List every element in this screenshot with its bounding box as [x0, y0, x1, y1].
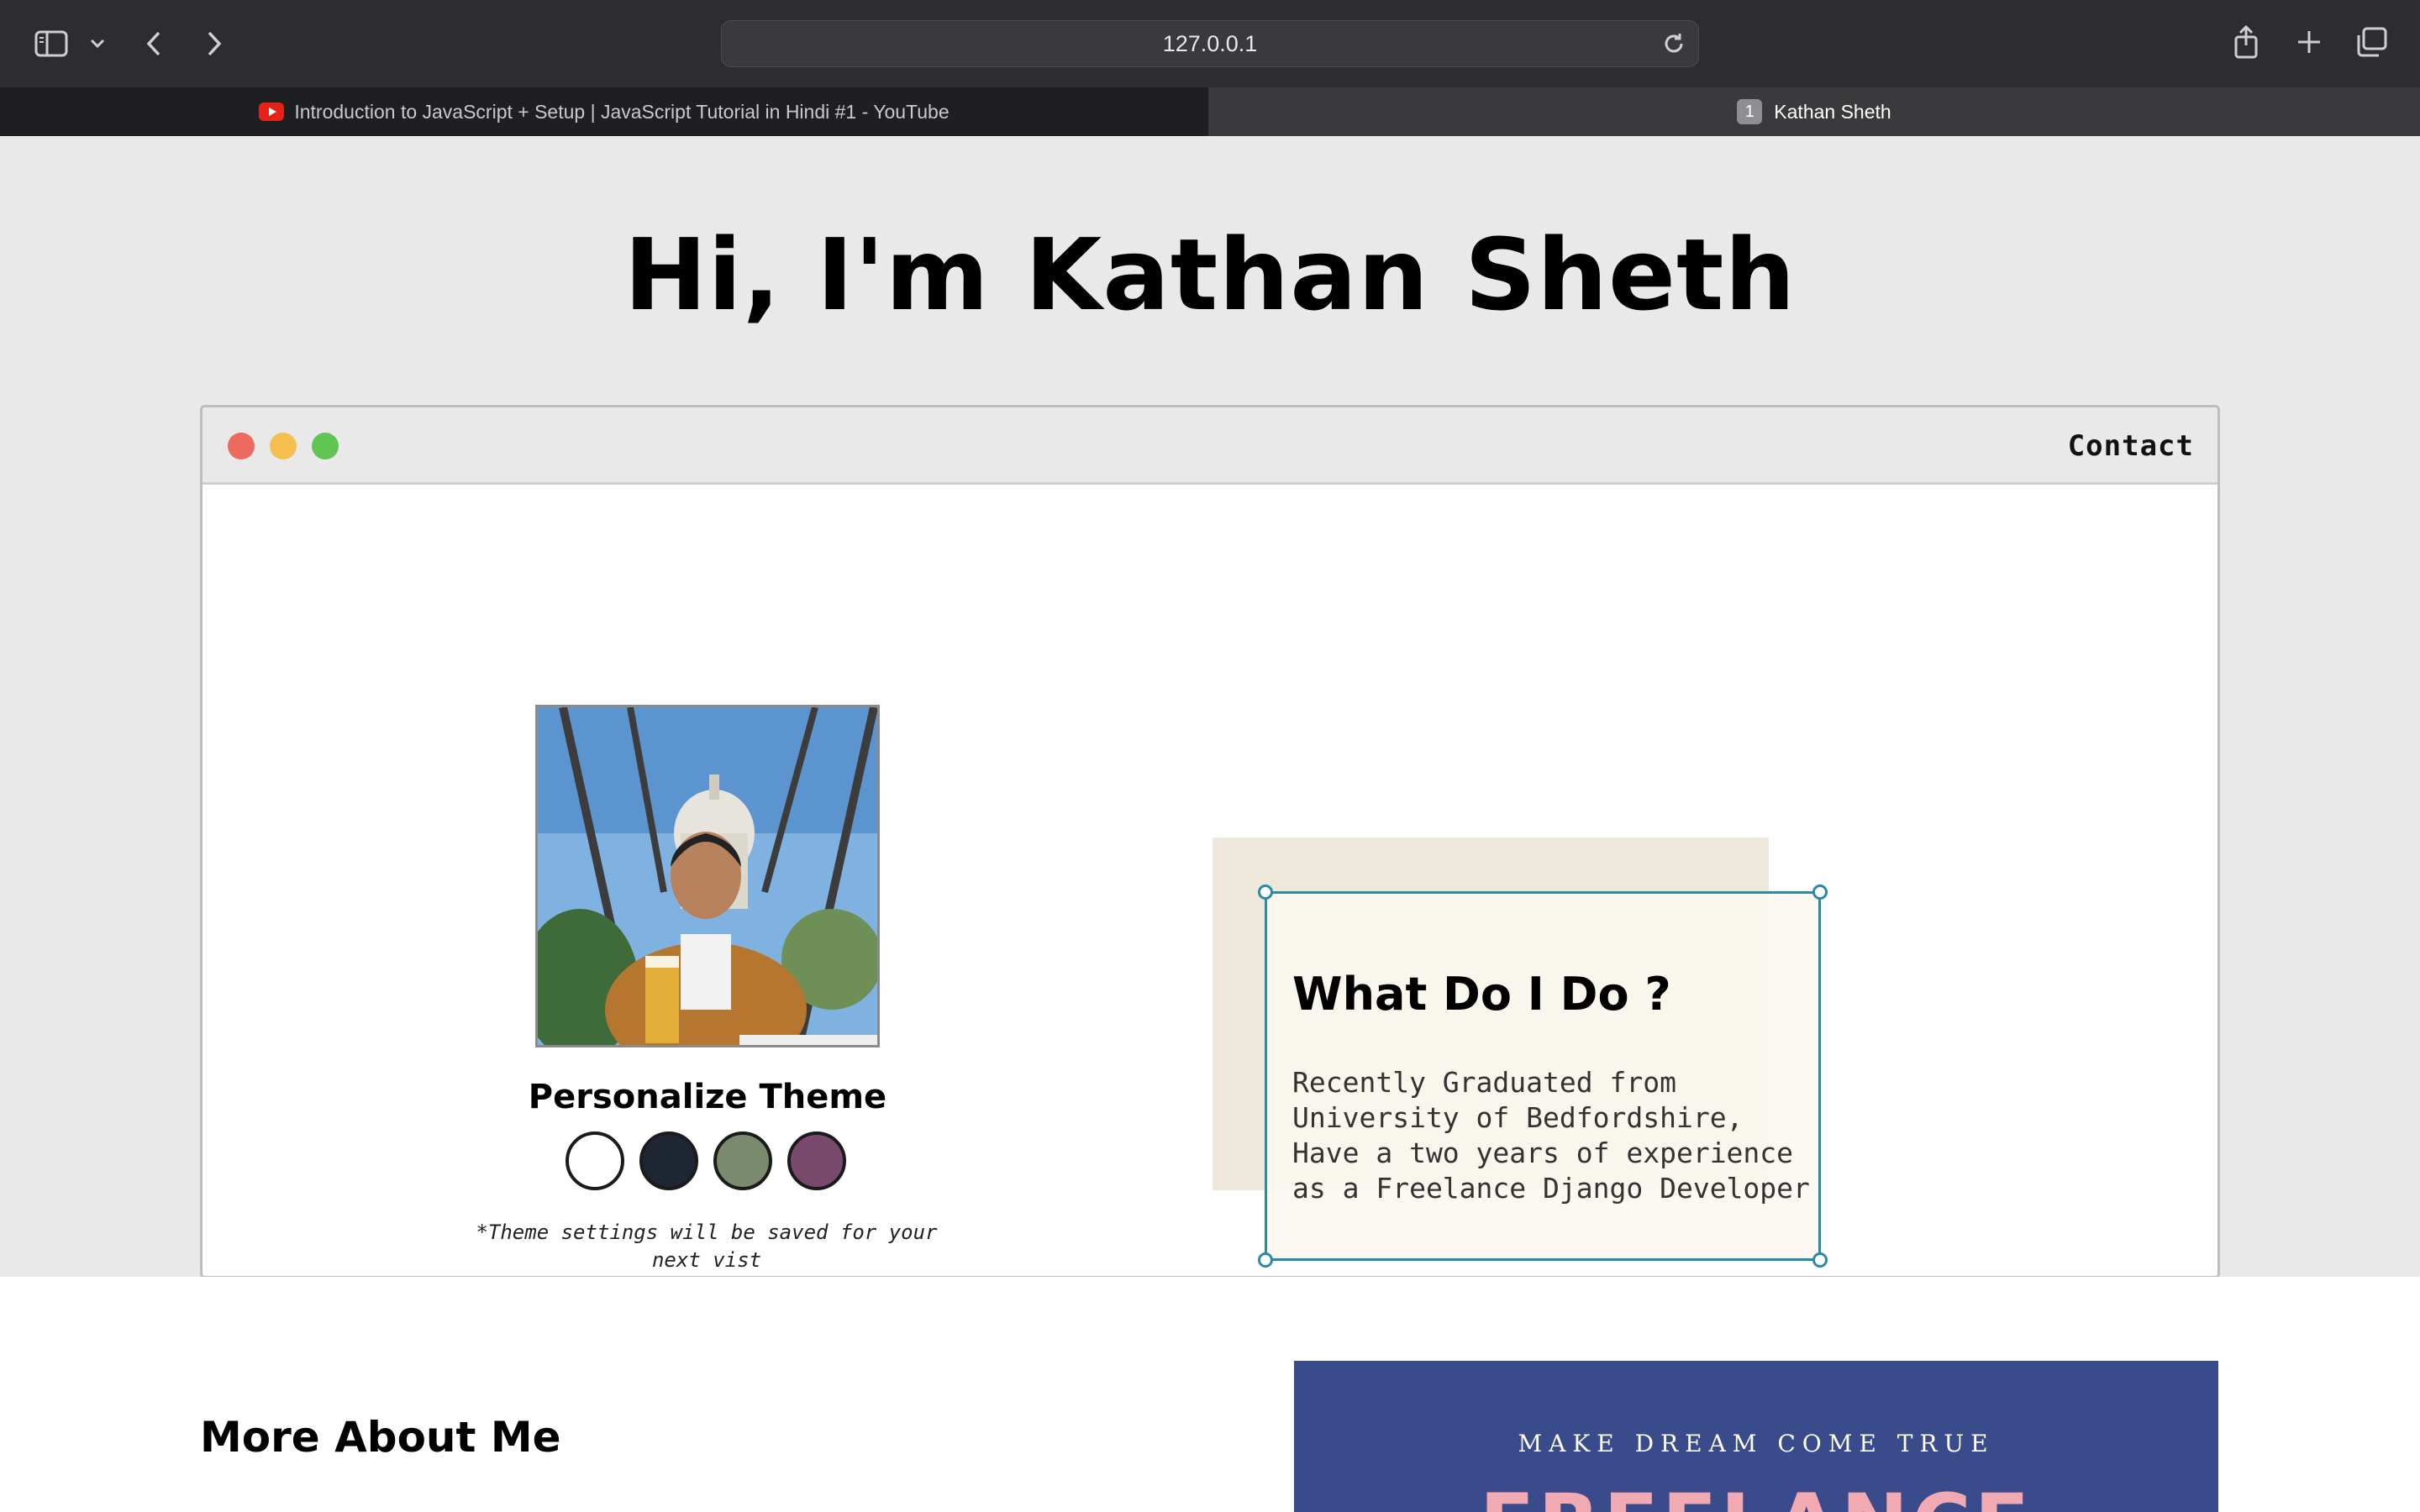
window-header: Contact: [203, 407, 2217, 485]
hero-section: Hi, I'm Kathan Sheth Contact Personalize…: [0, 136, 2420, 1278]
section-heading: More About Me: [200, 1413, 561, 1462]
browser-toolbar: 127.0.0.1: [0, 0, 2420, 87]
theme-swatch-plum[interactable]: [787, 1131, 846, 1190]
banner-tagline: MAKE DREAM COME TRUE: [1518, 1430, 1995, 1457]
resize-handle[interactable]: [1812, 1252, 1828, 1268]
theme-title: Personalize Theme: [528, 1078, 887, 1116]
tab-kathan-sheth[interactable]: 1 Kathan Sheth: [1208, 87, 2420, 136]
theme-swatches: [566, 1131, 846, 1190]
resize-handle[interactable]: [1258, 1252, 1273, 1268]
theme-swatch-light[interactable]: [566, 1131, 624, 1190]
more-about-section: More About Me MAKE DREAM COME TRUE FREEL…: [0, 1277, 2420, 1512]
page-title: Hi, I'm Kathan Sheth: [623, 217, 1797, 333]
chevron-down-icon[interactable]: [87, 34, 108, 54]
forward-icon[interactable]: [202, 27, 227, 60]
share-icon[interactable]: [2232, 24, 2260, 60]
tab-number-badge: 1: [1737, 99, 1763, 124]
mac-window-card: Contact Personalize Theme *Theme setting…: [200, 405, 2220, 1278]
freelance-banner: MAKE DREAM COME TRUE FREELANCE: [1294, 1361, 2218, 1512]
theme-swatch-sage[interactable]: [713, 1131, 772, 1190]
close-dot: [228, 433, 255, 459]
profile-photo: [535, 705, 880, 1047]
youtube-icon: [259, 102, 285, 121]
back-icon[interactable]: [141, 27, 166, 60]
banner-heading: FREELANCE: [1294, 1477, 2218, 1512]
tab-youtube[interactable]: Introduction to JavaScript + Setup | Jav…: [0, 87, 1208, 136]
about-title: What Do I Do ?: [1292, 968, 1671, 1021]
reload-icon[interactable]: [1661, 31, 1686, 60]
new-tab-icon[interactable]: [2294, 27, 2324, 57]
tab-bar: Introduction to JavaScript + Setup | Jav…: [0, 87, 2420, 136]
address-text: 127.0.0.1: [1162, 30, 1258, 56]
resize-handle[interactable]: [1258, 885, 1273, 900]
tab-label: Introduction to JavaScript + Setup | Jav…: [294, 100, 950, 123]
resize-handle[interactable]: [1812, 885, 1828, 900]
theme-note: *Theme settings will be saved for your n…: [476, 1221, 938, 1272]
contact-link[interactable]: Contact: [2068, 429, 2194, 463]
maximize-dot: [312, 433, 339, 459]
theme-swatch-dark-blue[interactable]: [639, 1131, 698, 1190]
sidebar-toggle-icon[interactable]: [34, 29, 69, 59]
address-bar[interactable]: 127.0.0.1: [721, 20, 1699, 67]
tab-overview-icon[interactable]: [2354, 25, 2388, 59]
about-text: Recently Graduated from University of Be…: [1292, 1066, 1810, 1205]
minimize-dot: [270, 433, 297, 459]
tab-label: Kathan Sheth: [1774, 100, 1891, 123]
about-card: What Do I Do ? Recently Graduated from U…: [1258, 885, 1828, 1268]
